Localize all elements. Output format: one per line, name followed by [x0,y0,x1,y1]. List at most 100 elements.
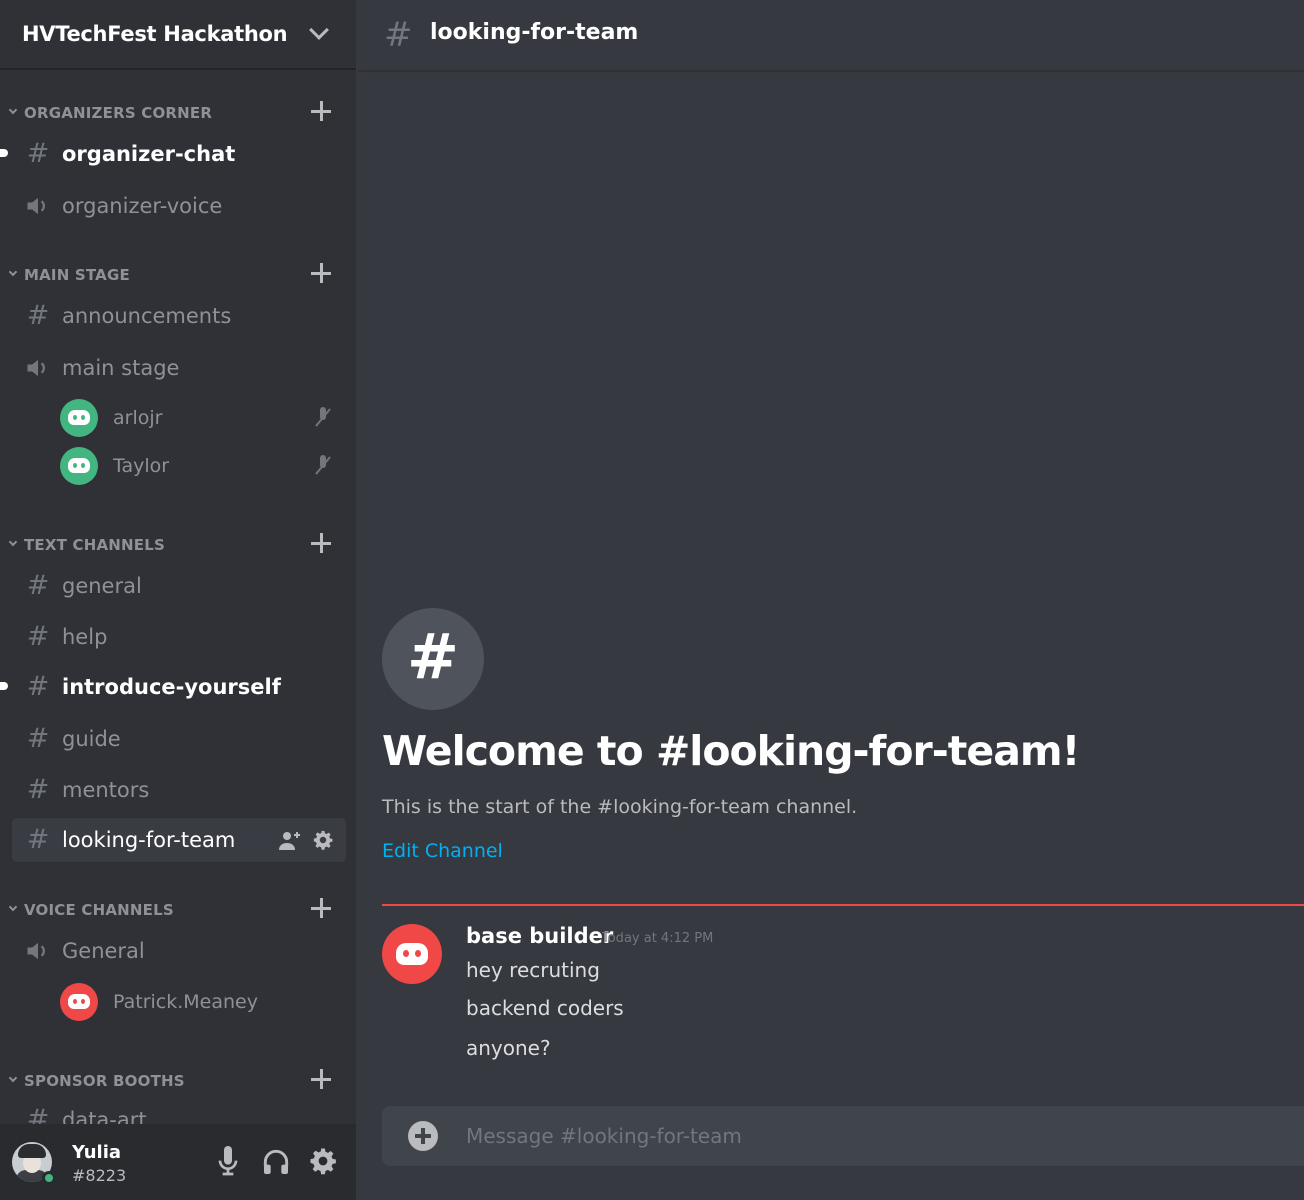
category-main-stage[interactable]: MAIN STAGE [0,260,356,290]
speaker-icon [24,937,52,965]
server-name: HVTechFest Hackathon [22,22,288,46]
caret-down-icon [8,267,18,277]
avatar[interactable] [382,924,442,984]
new-messages-divider [382,904,1304,906]
unread-indicator [0,149,8,157]
category-voice-channels[interactable]: VOICE CHANNELS [0,895,356,925]
attach-plus-icon[interactable] [408,1121,438,1151]
user-settings-gear-icon[interactable] [308,1146,340,1178]
caret-down-icon [8,1073,18,1083]
category-organizers-corner[interactable]: ORGANIZERS CORNER [0,98,356,128]
category-label: VOICE CHANNELS [24,901,174,919]
server-header[interactable]: HVTechFest Hackathon [0,0,356,70]
hash-icon: # [26,824,50,855]
channel-label: guide [62,727,121,751]
locked-speaker-icon [24,192,52,220]
hash-icon: # [26,300,50,331]
edit-channel-link[interactable]: Edit Channel [382,840,503,862]
channel-label: organizer-chat [62,142,236,166]
chevron-down-icon[interactable] [309,20,329,40]
channel-announcements[interactable]: # announcements [12,294,346,338]
channel-label: General [62,939,145,963]
category-text-channels[interactable]: TEXT CHANNELS [0,530,356,560]
mic-muted-icon [312,454,334,478]
channel-voice-general[interactable]: General [12,929,346,973]
welcome-title: Welcome to #looking-for-team! [382,727,1080,775]
channel-label: organizer-voice [62,194,223,218]
voice-user-name: Taylor [113,455,170,477]
hash-icon: # [26,1104,50,1125]
discord-logo-icon [396,943,428,965]
hash-icon: # [26,774,50,805]
message-composer [382,1106,1304,1166]
channel-organizer-chat[interactable]: # organizer-chat [0,132,346,176]
avatar [60,983,98,1021]
channel-list[interactable]: ORGANIZERS CORNER # organizer-chat organ… [0,72,356,1124]
channel-label: main stage [62,356,180,380]
headphones-icon[interactable] [260,1146,292,1178]
message-author[interactable]: base builder [466,924,613,948]
discord-logo-icon [68,994,90,1009]
category-label: SPONSOR BOOTHS [24,1072,185,1090]
create-channel-plus-icon[interactable] [310,532,332,554]
voice-user-name: Patrick.Meaney [113,991,258,1013]
chat-area: # looking-for-team # Welcome to #looking… [358,0,1304,1200]
channel-organizer-voice[interactable]: organizer-voice [12,184,346,228]
channel-label: looking-for-team [62,828,236,852]
message-input[interactable] [466,1120,1286,1152]
channel-label: help [62,625,108,649]
avatar [60,447,98,485]
channel-guide[interactable]: # guide [12,717,346,761]
channel-sidebar: HVTechFest Hackathon ORGANIZERS CORNER #… [0,0,356,1200]
hash-icon: # [26,570,50,601]
caret-down-icon [8,902,18,912]
category-label: MAIN STAGE [24,266,130,284]
discord-logo-icon [68,410,90,425]
hash-icon: # [26,723,50,754]
hash-icon: # [384,15,413,55]
channel-label: mentors [62,778,150,802]
channel-data-art[interactable]: # data-art [12,1098,346,1125]
message-text: hey recruting [466,958,600,982]
channel-label: announcements [62,304,232,328]
category-label: ORGANIZERS CORNER [24,104,213,122]
voice-user-patrick-meaney[interactable]: Patrick.Meaney [60,980,346,1024]
message-text: backend coders [466,996,624,1020]
online-status-indicator [42,1171,56,1185]
channel-general[interactable]: # general [12,564,346,608]
voice-user-taylor[interactable]: Taylor [60,444,346,488]
message-timestamp: Today at 4:12 PM [602,931,714,946]
voice-user-arlojr[interactable]: arlojr [60,396,346,440]
channel-hash-badge: # [382,608,484,710]
hash-icon: # [407,620,459,693]
channel-mentors[interactable]: # mentors [12,768,346,812]
welcome-subtitle: This is the start of the #looking-for-te… [382,796,858,818]
channel-label: introduce-yourself [62,675,281,699]
hash-icon: # [26,671,50,702]
create-channel-plus-icon[interactable] [310,897,332,919]
avatar [60,399,98,437]
user-panel: Yulia #8223 [0,1124,356,1200]
channel-title: looking-for-team [430,20,639,45]
create-channel-plus-icon[interactable] [310,100,332,122]
category-sponsor-booths[interactable]: SPONSOR BOOTHS [0,1066,356,1096]
channel-introduce-yourself[interactable]: # introduce-yourself [0,665,346,709]
category-label: TEXT CHANNELS [24,536,165,554]
channel-label: data-art [62,1108,147,1124]
add-member-icon[interactable] [278,830,302,852]
channel-main-stage[interactable]: main stage [12,346,346,390]
microphone-icon[interactable] [212,1146,244,1178]
create-channel-plus-icon[interactable] [310,262,332,284]
channel-help[interactable]: # help [12,615,346,659]
self-discriminator: #8223 [72,1166,127,1185]
caret-down-icon [8,537,18,547]
create-channel-plus-icon[interactable] [310,1068,332,1090]
speaker-icon [24,354,52,382]
unread-indicator [0,682,8,690]
gear-icon[interactable] [312,829,334,851]
channel-label: general [62,574,142,598]
discord-logo-icon [68,458,90,473]
channel-looking-for-team[interactable]: # looking-for-team [12,818,346,862]
voice-user-name: arlojr [113,407,163,429]
mic-muted-icon [312,406,334,430]
